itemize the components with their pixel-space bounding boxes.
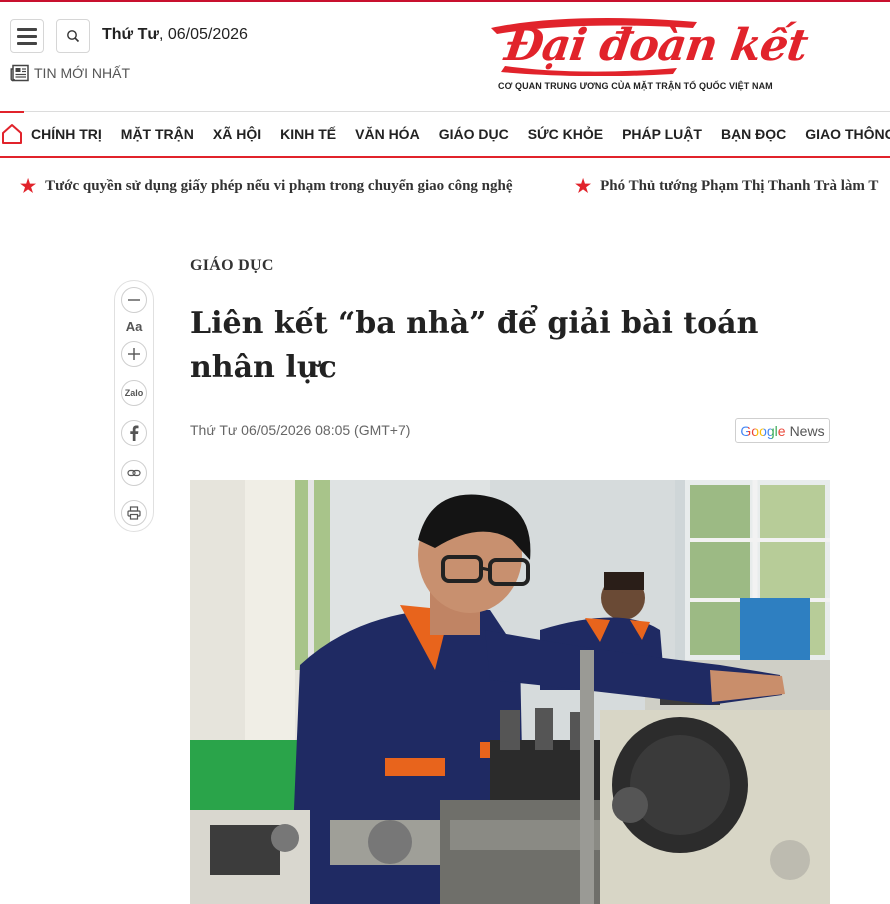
font-decrease-button[interactable] — [121, 287, 147, 313]
nav-item-giao-thong[interactable]: GIAO THÔNG — [805, 126, 890, 142]
nav-item-kinh-te[interactable]: KINH TẾ — [280, 126, 336, 142]
ticker-item-text: Tước quyền sử dụng giấy phép nếu vi phạm… — [45, 177, 513, 194]
facebook-share-button[interactable] — [121, 420, 147, 446]
main-nav: CHÍNH TRỊ MẶT TRẬN XÃ HỘI KINH TẾ VĂN HÓ… — [0, 110, 890, 158]
star-icon: ★ — [20, 176, 37, 196]
plus-icon — [128, 348, 140, 360]
google-news-label: News — [789, 422, 825, 439]
latest-news-link[interactable]: TIN MỚI NHẤT — [10, 64, 130, 82]
article-timestamp: Thứ Tư 06/05/2026 08:05 (GMT+7) — [190, 422, 411, 438]
nav-item-mat-tran[interactable]: MẶT TRẬN — [121, 126, 194, 142]
google-news-logo: Google — [740, 422, 786, 439]
google-news-button[interactable]: Google News — [735, 418, 830, 443]
nav-item-van-hoa[interactable]: VĂN HÓA — [355, 126, 420, 142]
ticker-item-text: Phó Thủ tướng Phạm Thị Thanh Trà làm T — [600, 177, 879, 194]
latest-news-label: TIN MỚI NHẤT — [34, 65, 130, 81]
top-accent-line — [0, 0, 890, 2]
nav-item-xa-hoi[interactable]: XÃ HỘI — [213, 126, 261, 142]
print-icon — [127, 506, 141, 520]
article-tools: Aa Zalo — [114, 280, 154, 532]
logo-wordmark: Đại đoàn kết — [501, 20, 811, 71]
zalo-share-button[interactable]: Zalo — [121, 380, 147, 406]
nav-home[interactable] — [0, 110, 24, 156]
search-icon — [67, 30, 80, 43]
zalo-icon: Zalo — [124, 388, 144, 398]
font-increase-button[interactable] — [121, 341, 147, 367]
print-button[interactable] — [121, 500, 147, 526]
photo-illustration — [190, 480, 830, 904]
facebook-icon — [130, 425, 139, 441]
article-category[interactable]: GIÁO DỤC — [190, 257, 274, 275]
news-ticker: ★ Tước quyền sử dụng giấy phép nếu vi ph… — [0, 172, 890, 202]
date-value: 06/05/2026 — [167, 26, 248, 43]
menu-button[interactable] — [10, 19, 44, 53]
link-icon — [127, 469, 141, 477]
date-weekday: Thứ Tư — [102, 26, 159, 43]
menu-icon — [17, 27, 37, 31]
nav-item-giao-duc[interactable]: GIÁO DỤC — [439, 126, 509, 142]
nav-item-phap-luat[interactable]: PHÁP LUẬT — [622, 126, 702, 142]
current-date: Thứ Tư, 06/05/2026 — [102, 26, 248, 43]
article-title: Liên kết “ba nhà” để giải bài toán nhân … — [190, 306, 759, 385]
minus-icon — [128, 299, 140, 301]
article-photo[interactable] — [190, 480, 830, 904]
copy-link-button[interactable] — [121, 460, 147, 486]
nav-item-ban-doc[interactable]: BẠN ĐỌC — [721, 126, 786, 142]
ticker-item[interactable]: ★ Tước quyền sử dụng giấy phép nếu vi ph… — [20, 177, 513, 195]
nav-item-chinh-tri[interactable]: CHÍNH TRỊ — [31, 126, 102, 142]
star-icon: ★ — [575, 176, 592, 196]
newspaper-icon — [10, 64, 29, 82]
nav-item-suc-khoe[interactable]: SỨC KHỎE — [528, 126, 603, 142]
site-logo[interactable]: Đại đoàn kết CƠ QUAN TRUNG ƯƠNG CỦA MẶT … — [487, 14, 811, 94]
ticker-item[interactable]: ★ Phó Thủ tướng Phạm Thị Thanh Trà làm T — [575, 177, 878, 195]
home-icon — [2, 124, 22, 144]
font-size-label: Aa — [125, 319, 143, 334]
search-button[interactable] — [56, 19, 90, 53]
logo-tagline: CƠ QUAN TRUNG ƯƠNG CỦA MẶT TRẬN TỔ QUỐC … — [498, 81, 773, 91]
